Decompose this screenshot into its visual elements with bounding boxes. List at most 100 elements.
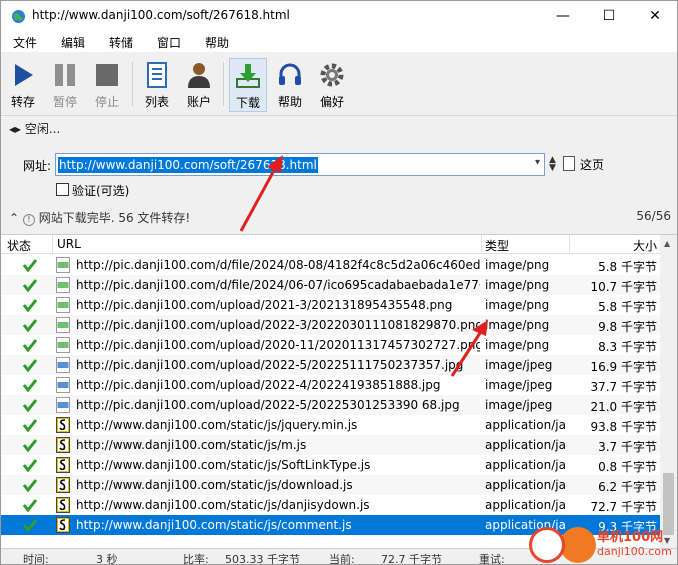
png-file-icon — [56, 277, 70, 293]
table-row[interactable]: http://www.danji100.com/static/js/danjis… — [1, 495, 660, 515]
file-url: http://pic.danji100.com/upload/2020-11/2… — [76, 338, 480, 352]
retry-label: 重试: — [479, 553, 505, 565]
start-button[interactable]: 转存 — [4, 58, 42, 112]
jpg-file-icon — [56, 377, 70, 393]
window-title: http://www.danji100.com/soft/267618.html — [32, 8, 290, 22]
table-row[interactable]: http://pic.danji100.com/upload/2022-5/20… — [1, 395, 660, 415]
stop-button[interactable]: 停止 — [88, 58, 126, 112]
url-input[interactable]: http://www.danji100.com/soft/267618.html… — [55, 153, 545, 176]
menu-dump[interactable]: 转储 — [109, 34, 133, 51]
file-type: image/png — [485, 338, 550, 352]
check-icon — [23, 479, 37, 492]
watermark-name: 单机100网 — [597, 530, 664, 545]
table-row[interactable]: http://www.danji100.com/static/js/m.js ap… — [1, 435, 660, 455]
file-type: image/png — [485, 318, 550, 332]
spin-arrows-icon[interactable]: ▲ ▼ — [549, 156, 556, 173]
maximize-button[interactable]: ☐ — [586, 1, 632, 32]
toolbar: 转存 暂停 停止 列表 账户 下载 帮助 偏好 — [1, 52, 677, 116]
js-file-icon — [56, 477, 70, 493]
check-icon — [23, 439, 37, 452]
url-value: http://www.danji100.com/soft/267618.html — [58, 157, 318, 173]
file-size: 3.7 千字节 — [598, 440, 657, 454]
menu-window[interactable]: 窗口 — [157, 34, 181, 51]
watermark: 单机100网 danji100.com — [529, 523, 677, 564]
menu-file[interactable]: 文件 — [13, 34, 37, 51]
column-type[interactable]: 类型 — [485, 237, 509, 254]
account-button[interactable]: 账户 — [180, 58, 218, 112]
file-size: 93.8 千字节 — [590, 420, 657, 434]
file-size: 10.7 千字节 — [590, 280, 657, 294]
verify-checkbox[interactable] — [56, 183, 69, 196]
column-status[interactable]: 状态 — [7, 237, 31, 254]
js-file-icon — [56, 497, 70, 513]
file-size: 5.8 千字节 — [598, 260, 657, 274]
menu-help[interactable]: 帮助 — [205, 34, 229, 51]
file-list: 状态 URL 类型 大小 http://pic.danji100.com/d/f… — [1, 234, 677, 549]
column-divider[interactable] — [569, 235, 570, 254]
table-row[interactable]: http://www.danji100.com/static/js/downlo… — [1, 475, 660, 495]
table-row[interactable]: http://www.danji100.com/static/js/SoftLi… — [1, 455, 660, 475]
file-url: http://pic.danji100.com/upload/2022-4/20… — [76, 378, 441, 392]
time-value: 3 秒 — [96, 553, 118, 565]
watermark-logo-back — [560, 527, 596, 563]
list-button[interactable]: 列表 — [138, 58, 176, 112]
column-divider[interactable] — [52, 235, 53, 254]
download-button[interactable]: 下载 — [229, 58, 267, 112]
jpg-file-icon — [56, 397, 70, 413]
check-icon — [23, 399, 37, 412]
column-url[interactable]: URL — [57, 237, 81, 251]
file-url: http://pic.danji100.com/upload/2022-3/20… — [76, 318, 480, 332]
this-page-button[interactable]: 这页 — [580, 156, 604, 173]
chevron-down-icon[interactable]: ▾ — [535, 157, 540, 168]
table-row[interactable]: http://pic.danji100.com/d/file/2024/08-0… — [1, 255, 660, 275]
user-icon — [188, 63, 210, 88]
column-size[interactable]: 大小 — [633, 237, 657, 254]
close-button[interactable]: ✕ — [632, 1, 677, 32]
js-file-icon — [56, 417, 70, 433]
play-icon — [15, 64, 33, 86]
app-globe-icon — [12, 10, 25, 23]
file-url: http://pic.danji100.com/upload/2022-5/20… — [76, 358, 464, 372]
png-file-icon — [56, 337, 70, 353]
file-count: 56/56 — [636, 209, 671, 223]
info-icon: ! — [22, 214, 35, 226]
time-label: 时间: — [23, 553, 49, 565]
app-window: http://www.danji100.com/soft/267618.html… — [0, 0, 678, 565]
minimize-button[interactable]: — — [540, 1, 586, 32]
file-size: 72.7 千字节 — [590, 500, 657, 514]
check-icon — [23, 279, 37, 292]
toolbar-divider — [132, 62, 133, 106]
current-label: 当前: — [329, 553, 355, 565]
current-value: 72.7 千字节 — [381, 553, 442, 565]
pause-button[interactable]: 暂停 — [46, 58, 84, 112]
table-row[interactable]: http://pic.danji100.com/upload/2020-11/2… — [1, 335, 660, 355]
pause-icon — [55, 64, 75, 86]
jpg-file-icon — [56, 357, 70, 373]
file-url: http://www.danji100.com/static/js/jquery… — [76, 418, 358, 432]
download-status: ⌃ ! 网站下载完毕. 56 文件转存! — [9, 209, 190, 226]
menu-edit[interactable]: 编辑 — [61, 34, 85, 51]
table-row[interactable]: http://pic.danji100.com/upload/2021-3/20… — [1, 295, 660, 315]
page-icon — [563, 156, 575, 171]
file-type: image/png — [485, 258, 550, 272]
column-divider[interactable] — [481, 235, 482, 254]
help-label: 帮助 — [277, 95, 302, 109]
collapse-icon[interactable]: ⌃ — [9, 211, 19, 225]
table-row[interactable]: http://pic.danji100.com/upload/2022-4/20… — [1, 375, 660, 395]
scroll-up-icon[interactable]: ▲ — [664, 239, 670, 248]
vertical-scrollbar[interactable]: ▲ ▼ — [660, 235, 677, 549]
check-icon — [23, 459, 37, 472]
js-file-icon — [56, 517, 70, 533]
file-url: http://www.danji100.com/static/js/commen… — [76, 518, 352, 532]
table-row[interactable]: http://www.danji100.com/static/js/jquery… — [1, 415, 660, 435]
table-row[interactable]: http://pic.danji100.com/d/file/2024/06-0… — [1, 275, 660, 295]
file-url: http://www.danji100.com/static/js/danjis… — [76, 498, 370, 512]
preferences-button[interactable]: 偏好 — [313, 58, 351, 112]
file-type: image/png — [485, 298, 550, 312]
table-row[interactable]: http://pic.danji100.com/upload/2022-5/20… — [1, 355, 660, 375]
file-type: image/png — [485, 278, 550, 292]
png-file-icon — [56, 317, 70, 333]
help-button[interactable]: 帮助 — [271, 58, 309, 112]
table-row[interactable]: http://pic.danji100.com/upload/2022-3/20… — [1, 315, 660, 335]
file-url: http://pic.danji100.com/upload/2022-5/20… — [76, 398, 460, 412]
